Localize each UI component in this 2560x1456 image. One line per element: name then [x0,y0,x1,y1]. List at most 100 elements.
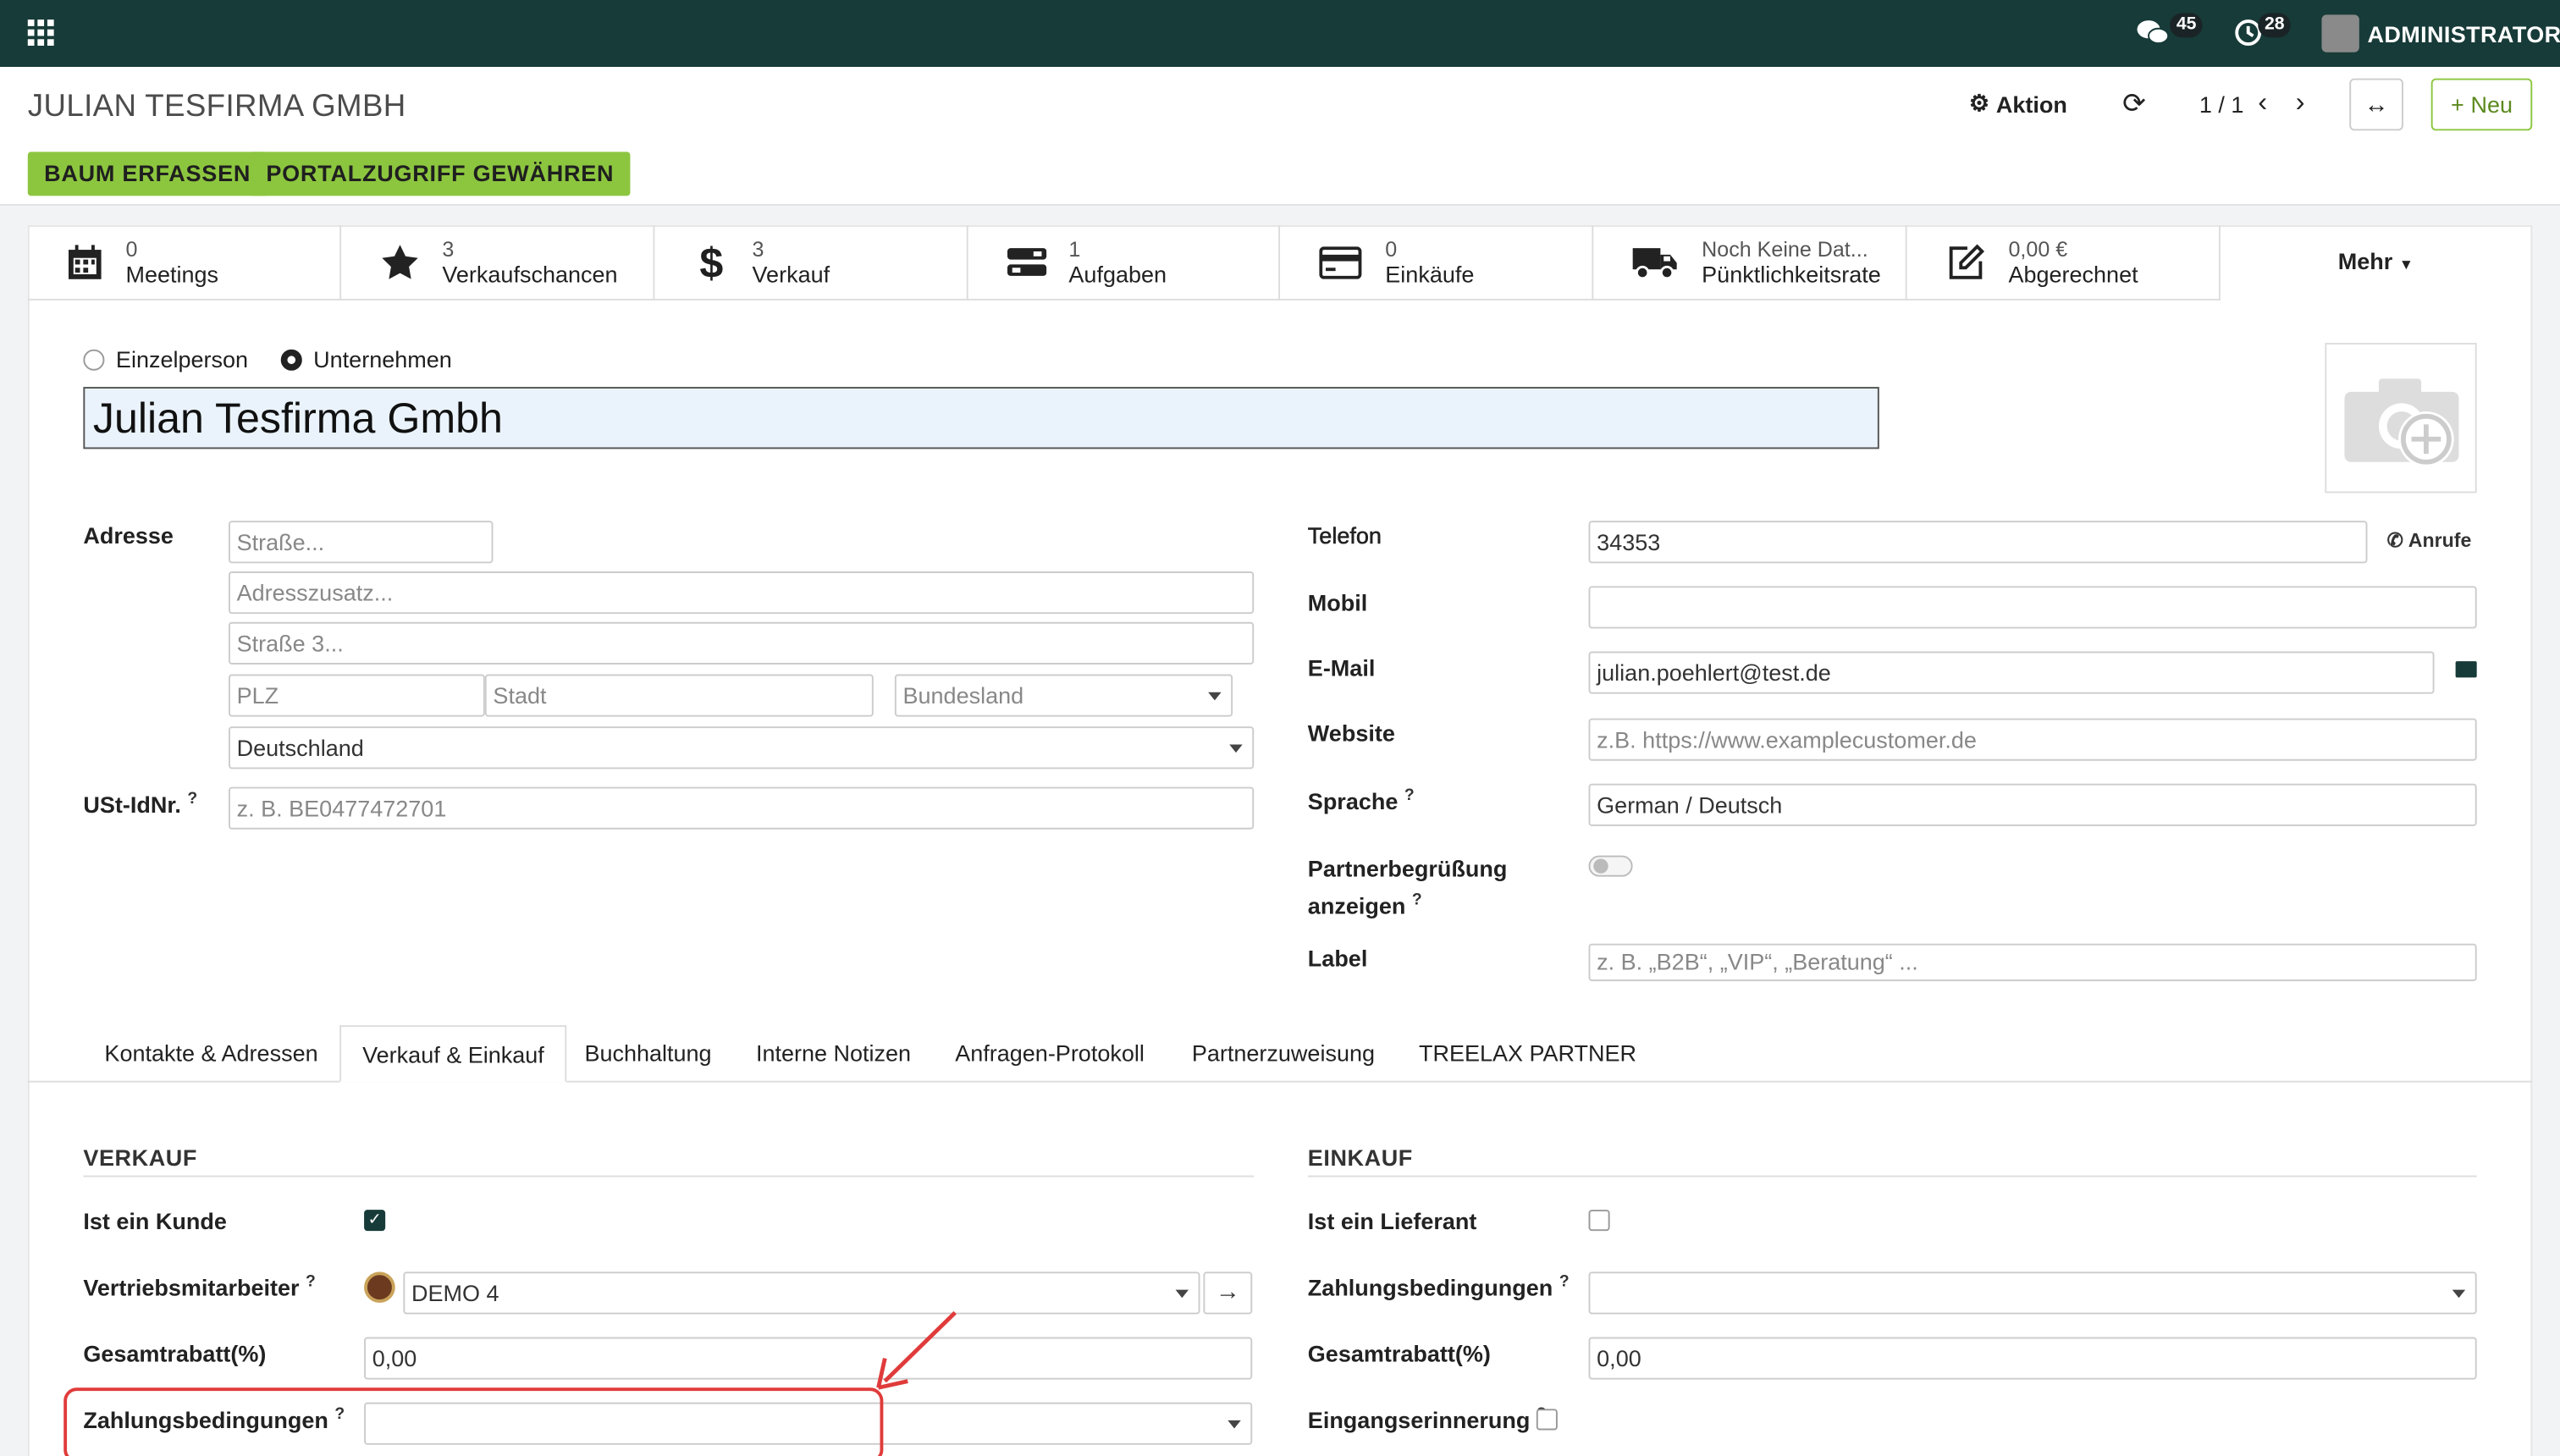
tasks-icon [1007,248,1046,276]
tag-input[interactable]: z. B. „B2B“, „VIP“, „Beratung“ ... [1588,943,2477,982]
stat-sales[interactable]: $ 3 Verkauf [654,225,968,301]
expand-button[interactable]: ↔ [2349,78,2403,131]
baum-erfassen-button[interactable]: BAUM ERFASSEN [27,152,268,196]
plus-icon: + [2450,91,2464,118]
customer-label: Ist ein Kunde [83,1208,227,1235]
state-select[interactable]: Bundesland [894,674,1233,717]
reminder-label: Eingangserinnerung ? [1308,1406,1547,1433]
purchase-section-title: EINKAUF [1307,1144,1413,1171]
company-type-radio: Einzelperson Unternehmen [83,346,452,372]
street3-input[interactable]: Straße 3... [229,621,1255,665]
arrow-right-icon[interactable]: → [1203,1271,1253,1315]
country-select[interactable]: Deutschland [229,726,1255,769]
truck-icon [1633,248,1678,280]
envelope-icon[interactable] [2455,661,2477,678]
caret-down-icon [2452,1289,2466,1299]
tab-accounting[interactable]: Buchhaltung [563,1025,732,1083]
website-input[interactable]: z.B. https://www.examplecustomer.de [1588,718,2477,761]
stat-opportunities[interactable]: 3 Verkaufschancen [341,225,654,301]
refresh-icon[interactable]: ⟳ [2122,88,2145,121]
purchase-divider [1307,1175,2477,1177]
stat-tasks[interactable]: 1 Aufgaben [968,225,1281,301]
action-menu-button[interactable]: ⚙ Aktion [1969,90,2067,118]
chevron-right-icon[interactable]: › [2296,86,2305,119]
supplier-label: Ist ein Lieferant [1307,1208,1477,1235]
supplier-checkbox[interactable] [1588,1210,1610,1232]
more-button[interactable]: Mehr ▼ [2338,248,2414,274]
purchase-discount-input[interactable]: 0,00 [1588,1337,2477,1380]
salesperson-select[interactable]: DEMO 4 [403,1271,1200,1315]
gear-icon: ⚙ [1968,90,1990,116]
help-icon[interactable]: ? [306,1273,316,1291]
help-icon[interactable]: ? [187,790,197,808]
radio-person[interactable] [83,348,105,370]
help-icon[interactable]: ? [1559,1273,1570,1291]
breadcrumb: JULIAN TESFIRMA GMBH [27,90,406,124]
help-icon[interactable]: ? [1404,787,1415,805]
stat-on-time-rate[interactable]: Noch Keine Dat... Pünktlichkeitsrate [1594,225,1907,301]
radio-company[interactable] [280,348,302,370]
vat-input[interactable]: z. B. BE0477472701 [229,786,1255,830]
app-menu-icon[interactable] [27,19,54,47]
reminder-checkbox[interactable] [1536,1409,1558,1431]
stat-invoiced[interactable]: 0,00 € Abgerechnet [1907,225,2221,301]
calendar-icon [69,245,102,279]
stat-purchases[interactable]: 0 Einkäufe [1281,225,1594,301]
email-label: E-Mail [1307,654,1376,681]
phone-icon: ✆ [2386,528,2404,552]
street2-input[interactable]: Adresszusatz... [229,571,1255,615]
phone-label: Telefon [1307,522,1382,549]
user-menu[interactable]: ADMINISTRATOR [2367,21,2560,47]
tab-internal-notes[interactable]: Interne Notizen [735,1025,932,1083]
chat-icon[interactable] [2136,18,2171,55]
top-navbar: 45 28 ADMINISTRATOR [0,0,2560,68]
salesperson-label: Vertriebsmitarbeiter ? [83,1273,316,1301]
customer-checkbox[interactable]: ✓ [364,1210,386,1232]
chevron-left-icon[interactable]: ‹ [2258,86,2267,119]
caret-down-icon [1229,744,1243,753]
name-input[interactable]: Julian Tesfirma Gmbh [83,387,1879,449]
star-icon [382,245,418,279]
activity-count-badge: 28 [2258,13,2292,38]
tab-inquiry-log[interactable]: Anfragen-Protokoll [934,1025,1166,1083]
smart-buttons: 0 Meetings 3 Verkaufschancen $ 3 Verkauf 1A… [27,225,2221,301]
mobile-label: Mobil [1307,589,1368,616]
purchase-terms-label: Zahlungsbedingungen ? [1307,1273,1570,1301]
email-input[interactable]: julian.poehlert@test.de [1588,651,2435,694]
city-input[interactable]: Stadt [484,674,874,717]
greeting-label: Partnerbegrüßung anzeigen ? [1307,855,1508,919]
greeting-toggle[interactable] [1588,855,1633,877]
sales-discount-input[interactable]: 0,00 [364,1337,1253,1380]
mobile-input[interactable] [1588,586,2477,629]
annotation-highlight-box [63,1387,884,1456]
phone-input[interactable]: 34353 [1588,521,2368,564]
website-label: Website [1307,720,1395,747]
street-input[interactable]: Straße... [229,521,494,564]
avatar[interactable] [2321,14,2359,52]
help-icon[interactable]: ? [1412,891,1422,909]
sales-discount-label: Gesamtrabatt(%) [83,1340,267,1367]
tab-partner-assignment[interactable]: Partnerzuweisung [1171,1025,1396,1083]
call-button[interactable]: ✆ Anrufe [2387,529,2472,552]
language-select[interactable]: German / Deutsch [1588,783,2477,826]
portal-access-button[interactable]: PORTALZUGRIFF GEWÄHREN [250,152,631,196]
stat-meetings[interactable]: 0 Meetings [28,225,341,301]
new-button[interactable]: + Neu [2430,78,2533,131]
arrows-h-icon: ↔ [2364,91,2389,119]
camera-plus-icon [2344,378,2459,467]
dollar-icon: $ [699,237,724,287]
annotation-arrow-icon [876,1310,957,1390]
image-upload[interactable] [2325,343,2477,494]
sales-section-title: VERKAUF [83,1144,197,1171]
caret-down-icon [1228,1420,1241,1429]
caret-down-icon [1208,692,1222,701]
edit-icon [1950,244,1985,279]
sales-divider [83,1175,1255,1177]
tab-contacts[interactable]: Kontakte & Adressen [83,1025,339,1083]
tab-sales-purchase[interactable]: Verkauf & Einkauf [339,1025,567,1083]
pager-value[interactable]: 1 / 1 [2199,91,2244,118]
zip-input[interactable]: PLZ [229,674,485,717]
tab-treelax-partner[interactable]: TREELAX PARTNER [1398,1025,1658,1083]
chat-count-badge: 45 [2170,13,2204,38]
purchase-terms-select[interactable] [1588,1271,2477,1315]
